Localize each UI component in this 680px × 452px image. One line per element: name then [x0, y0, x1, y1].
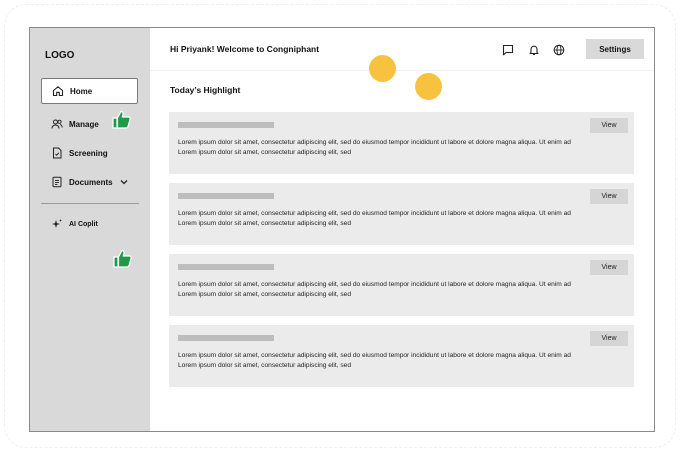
thumbs-up-icon [110, 108, 132, 130]
title-placeholder [178, 264, 274, 270]
card-text: Lorem ipsum dolor sit amet, consectetur … [178, 139, 571, 146]
sidebar-item-label: Manage [69, 119, 99, 129]
sidebar-item-screening[interactable]: Screening [41, 140, 138, 166]
sidebar-item-ai-copilot[interactable]: AI Coplit [41, 211, 138, 237]
sidebar: LOGO Home Manage Screening Documents AI … [30, 28, 150, 431]
card-text: Lorem ipsum dolor sit amet, consectetur … [178, 362, 351, 369]
sidebar-item-label: Home [70, 86, 93, 96]
card-text: Lorem ipsum dolor sit amet, consectetur … [178, 291, 351, 298]
card-text: Lorem ipsum dolor sit amet, consectetur … [178, 210, 571, 217]
highlight-card: View Lorem ipsum dolor sit amet, consect… [169, 325, 634, 387]
chat-icon[interactable] [502, 43, 514, 56]
sidebar-item-documents[interactable]: Documents [41, 169, 138, 195]
page-title: Hi Priyank! Welcome to Congniphant [170, 44, 320, 54]
logo: LOGO [45, 50, 75, 61]
users-icon [51, 118, 63, 130]
sidebar-item-label: AI Coplit [69, 220, 98, 228]
home-icon [52, 85, 64, 97]
view-button[interactable]: View [590, 331, 628, 346]
view-button[interactable]: View [590, 189, 628, 204]
settings-button[interactable]: Settings [586, 39, 644, 59]
sidebar-item-home[interactable]: Home [41, 78, 138, 104]
thumbs-up-icon [111, 247, 133, 269]
top-bar: Hi Priyank! Welcome to Congniphant Setti… [150, 28, 654, 71]
document-icon [51, 147, 63, 159]
title-placeholder [178, 335, 274, 341]
documents-icon [51, 176, 63, 188]
card-text: Lorem ipsum dolor sit amet, consectetur … [178, 220, 351, 227]
highlight-card: View Lorem ipsum dolor sit amet, consect… [169, 183, 634, 245]
title-placeholder [178, 193, 274, 199]
view-button[interactable]: View [590, 260, 628, 275]
card-text: Lorem ipsum dolor sit amet, consectetur … [178, 352, 571, 359]
annotation-dot [415, 73, 442, 100]
card-text: Lorem ipsum dolor sit amet, consectetur … [178, 149, 351, 156]
title-placeholder [178, 122, 274, 128]
annotation-dot [369, 55, 396, 82]
view-button[interactable]: View [590, 118, 628, 133]
sidebar-item-label: Screening [69, 148, 108, 158]
sparkle-icon [51, 218, 63, 230]
bell-icon[interactable] [528, 43, 540, 56]
sidebar-divider [41, 203, 139, 204]
highlight-card: View Lorem ipsum dolor sit amet, consect… [169, 112, 634, 174]
globe-icon[interactable] [553, 43, 565, 56]
section-title: Today’s Highlight [170, 85, 241, 95]
chevron-down-icon[interactable] [120, 178, 128, 186]
sidebar-item-label: Documents [69, 177, 113, 187]
app-window: LOGO Home Manage Screening Documents AI … [29, 27, 655, 432]
card-text: Lorem ipsum dolor sit amet, consectetur … [178, 281, 571, 288]
highlight-card: View Lorem ipsum dolor sit amet, consect… [169, 254, 634, 316]
